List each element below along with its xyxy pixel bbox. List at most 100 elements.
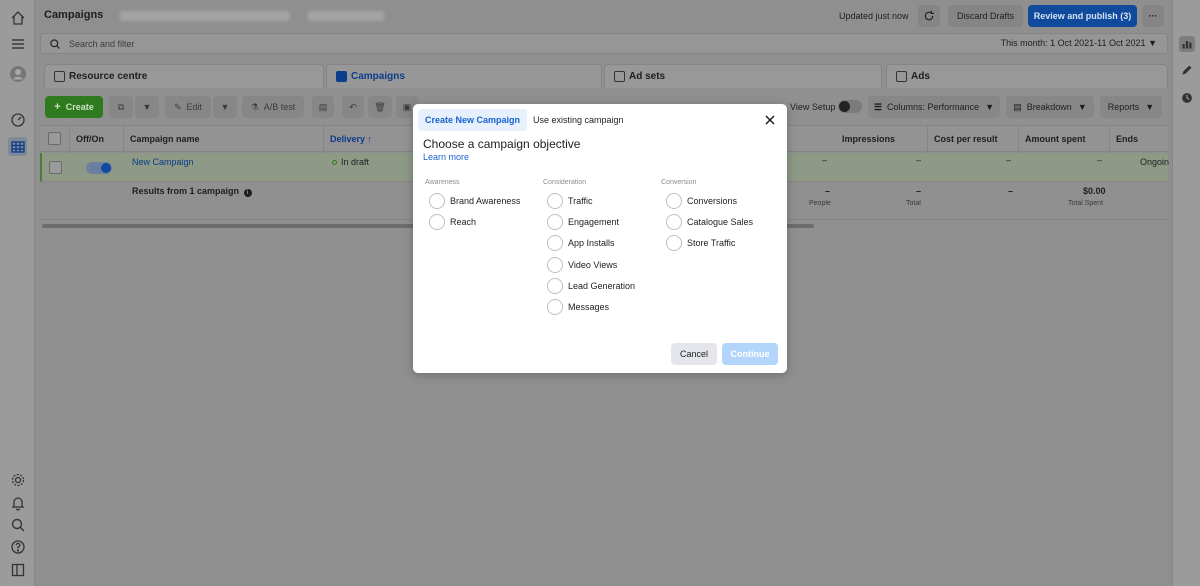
- objective-engagement[interactable]: Engagement: [547, 213, 619, 231]
- continue-button[interactable]: Continue: [722, 343, 778, 365]
- impressions-total: –: [916, 186, 922, 196]
- header-campaign-name[interactable]: Campaign name: [124, 126, 324, 153]
- tab-ads[interactable]: Ads: [886, 64, 1168, 88]
- header-impressions[interactable]: Impressions: [836, 126, 928, 153]
- tab-label: Ad sets: [629, 71, 666, 82]
- edit-label: Edit: [186, 102, 203, 112]
- duplicate-dropdown-button[interactable]: ▼: [135, 96, 159, 118]
- objective-label: Messages: [568, 302, 610, 312]
- objective-lead-generation[interactable]: Lead Generation: [547, 277, 635, 295]
- dashboard-gauge-icon[interactable]: [8, 110, 27, 129]
- header-ends[interactable]: Ends: [1110, 126, 1168, 153]
- header-delivery[interactable]: Delivery ↑: [324, 126, 424, 153]
- objective-video-views[interactable]: Video Views: [547, 256, 617, 274]
- create-button[interactable]: + Create: [45, 96, 103, 118]
- info-icon[interactable]: i: [243, 189, 252, 197]
- notifications-bell-icon[interactable]: [8, 493, 27, 512]
- learn-more-link[interactable]: Learn more: [423, 152, 469, 162]
- delivery-status-label: In draft: [341, 157, 370, 167]
- objective-traffic[interactable]: Traffic: [547, 192, 593, 210]
- radio-button[interactable]: [547, 193, 563, 209]
- view-setup-toggle[interactable]: [838, 100, 862, 113]
- reports-button[interactable]: Reports ▼: [1100, 96, 1162, 118]
- columns-button[interactable]: ☰ Columns: Performance ▼: [868, 96, 1000, 118]
- account-selector-blurred[interactable]: [120, 11, 290, 21]
- objective-reach[interactable]: Reach: [429, 213, 476, 231]
- header-amount-spent[interactable]: Amount spent: [1019, 126, 1110, 153]
- search-filter-bar[interactable]: Search and filter This month: 1 Oct 2021…: [40, 33, 1168, 54]
- breakdown-label: Breakdown: [1026, 102, 1072, 112]
- ab-test-button[interactable]: ⚗ A/B test: [242, 96, 304, 118]
- update-status: Updated just now: [839, 11, 909, 21]
- objective-brand-awareness[interactable]: Brand Awareness: [429, 192, 520, 210]
- header-cost-per-result[interactable]: Cost per result: [928, 126, 1019, 153]
- edit-dropdown-button[interactable]: ▼: [213, 96, 237, 118]
- menu-icon[interactable]: [8, 34, 27, 53]
- more-options-button[interactable]: ···: [1142, 5, 1164, 27]
- delete-button[interactable]: 🗑: [368, 96, 392, 118]
- radio-button[interactable]: [666, 235, 682, 251]
- objective-catalogue-sales[interactable]: Catalogue Sales: [666, 213, 753, 231]
- account-avatar-icon[interactable]: [8, 64, 27, 83]
- objective-store-traffic[interactable]: Store Traffic: [666, 234, 735, 252]
- settings-gear-icon[interactable]: [8, 470, 27, 489]
- ends-cell: Ongoin: [1140, 157, 1170, 167]
- objective-messages[interactable]: Messages: [547, 298, 609, 316]
- tab-resource-centre[interactable]: Resource centre: [44, 64, 324, 88]
- columns-label: Columns: Performance: [887, 102, 980, 112]
- radio-button[interactable]: [666, 193, 682, 209]
- search-input[interactable]: Search and filter: [69, 39, 135, 49]
- pencil-icon[interactable]: [1179, 62, 1195, 78]
- radio-button[interactable]: [547, 278, 563, 294]
- reach-total: –: [825, 186, 831, 196]
- view-setup-label: View Setup: [790, 102, 836, 112]
- chevron-down-icon: ▼: [142, 102, 152, 112]
- edit-button[interactable]: ✎ Edit: [165, 96, 211, 118]
- review-publish-button[interactable]: Review and publish (3): [1028, 5, 1137, 27]
- chevron-down-icon: ▼: [1145, 102, 1155, 112]
- row-checkbox[interactable]: [49, 161, 62, 174]
- discard-drafts-button[interactable]: Discard Drafts: [948, 5, 1023, 27]
- chevron-down-icon: ▼: [1077, 102, 1087, 112]
- history-clock-icon[interactable]: [1179, 90, 1195, 106]
- radio-button[interactable]: [666, 214, 682, 230]
- spent-total-sub: Total Spent: [1068, 200, 1104, 207]
- search-icon[interactable]: [8, 515, 27, 534]
- home-icon[interactable]: [8, 8, 27, 27]
- select-all-cell[interactable]: [40, 126, 70, 153]
- help-icon[interactable]: [8, 537, 27, 556]
- radio-button[interactable]: [547, 214, 563, 230]
- chart-icon[interactable]: [1179, 36, 1195, 52]
- duplicate-button[interactable]: ⧉: [109, 96, 133, 118]
- preview-icon: ▣: [402, 101, 412, 112]
- objective-label: Video Views: [568, 260, 618, 270]
- campaign-name-link[interactable]: New Campaign: [132, 157, 194, 167]
- tab-campaigns[interactable]: Campaigns: [326, 64, 602, 88]
- ads-manager-table-icon[interactable]: [8, 137, 27, 156]
- tab-ad-sets[interactable]: Ad sets: [604, 64, 882, 88]
- breakdown-button[interactable]: ▤ Breakdown ▼: [1006, 96, 1094, 118]
- objective-conversions[interactable]: Conversions: [666, 192, 737, 210]
- select-all-checkbox[interactable]: [48, 132, 61, 145]
- campaign-on-off-toggle[interactable]: [86, 162, 112, 174]
- spent-total: $0.00: [1083, 186, 1106, 196]
- clipboard-button[interactable]: ▤: [312, 96, 334, 118]
- radio-button[interactable]: [547, 257, 563, 273]
- radio-button[interactable]: [547, 299, 563, 315]
- header-off-on[interactable]: Off/On: [70, 126, 124, 153]
- radio-button[interactable]: [429, 193, 445, 209]
- refresh-button[interactable]: [918, 5, 940, 27]
- consideration-heading: Consideration: [543, 179, 587, 186]
- radio-button[interactable]: [429, 214, 445, 230]
- undo-button[interactable]: ↶: [342, 96, 364, 118]
- close-icon[interactable]: [763, 113, 777, 127]
- tab-use-existing-campaign[interactable]: Use existing campaign: [526, 109, 631, 131]
- chevron-down-icon: ▼: [985, 102, 995, 112]
- panel-toggle-icon[interactable]: [8, 560, 27, 579]
- radio-button[interactable]: [547, 235, 563, 251]
- objective-app-installs[interactable]: App Installs: [547, 234, 615, 252]
- date-range-picker[interactable]: This month: 1 Oct 2021-11 Oct 2021 ▼: [1001, 38, 1157, 48]
- tab-create-new-campaign[interactable]: Create New Campaign: [418, 109, 528, 131]
- delivery-status: In draft: [332, 157, 369, 167]
- cancel-button[interactable]: Cancel: [671, 343, 717, 365]
